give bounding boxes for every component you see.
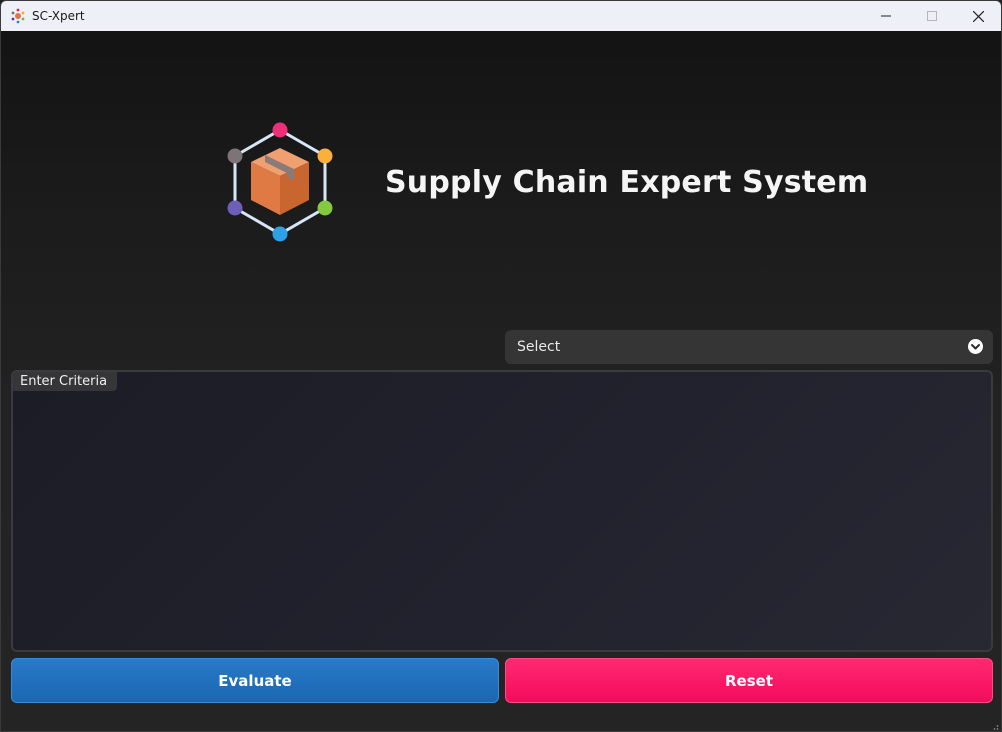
- criteria-label: Enter Criteria: [13, 372, 118, 391]
- resize-grip-icon[interactable]: [989, 719, 999, 730]
- chevron-down-circle-icon: [968, 339, 983, 354]
- maximize-button[interactable]: [909, 1, 955, 31]
- app-window: SC-Xpert Supply Chain Expert System Sele…: [0, 0, 1002, 732]
- evaluate-button[interactable]: Evaluate: [11, 658, 499, 703]
- select-value: Select: [517, 339, 561, 355]
- minimize-icon: [881, 15, 891, 17]
- page-title: Supply Chain Expert System: [385, 165, 869, 200]
- maximize-icon: [927, 11, 937, 21]
- title-bar[interactable]: SC-Xpert: [1, 1, 1001, 31]
- criteria-panel: Enter Criteria: [11, 370, 993, 652]
- app-icon: [10, 8, 26, 24]
- criteria-select[interactable]: Select: [505, 330, 993, 364]
- package-network-icon: [221, 119, 339, 243]
- reset-button[interactable]: Reset: [505, 658, 993, 703]
- minimize-button[interactable]: [863, 1, 909, 31]
- close-icon: [972, 10, 984, 22]
- criteria-input[interactable]: [21, 398, 985, 648]
- close-button[interactable]: [955, 1, 1001, 31]
- window-title: SC-Xpert: [32, 9, 85, 23]
